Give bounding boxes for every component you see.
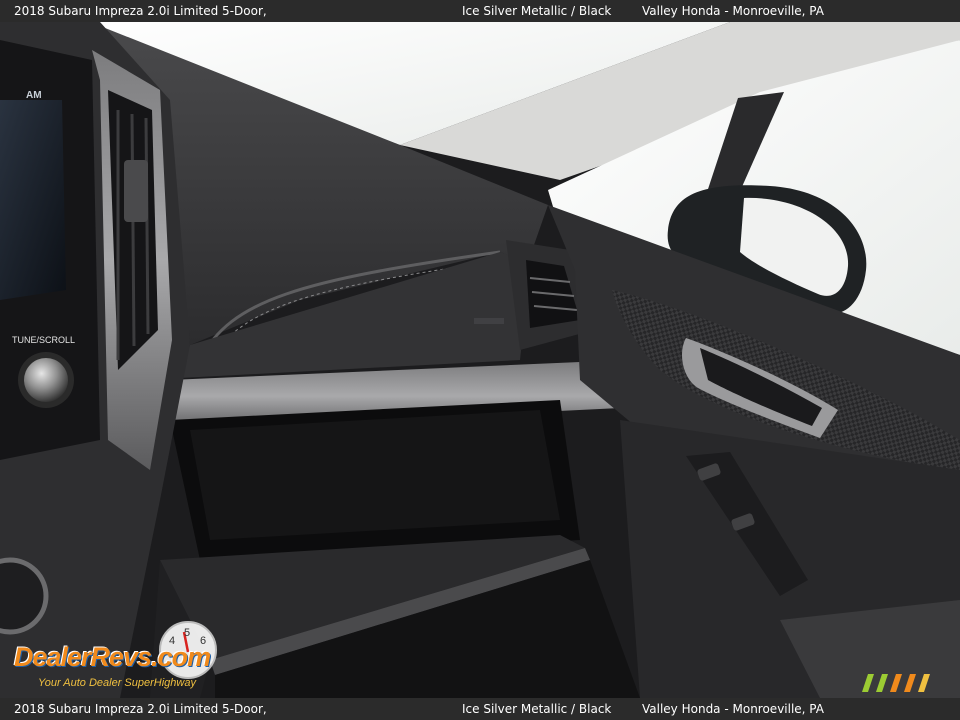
radio-band-label: AM (26, 90, 42, 101)
tune-scroll-label: TUNE/SCROLL (12, 335, 76, 345)
brand-name: DealerRevs.com (14, 642, 211, 672)
caption-vehicle: 2018 Subaru Impreza 2.0i Limited 5-Door, (14, 4, 267, 18)
brand-tagline: Your Auto Dealer SuperHighway (38, 677, 196, 689)
stripes-logo (858, 672, 934, 694)
caption-dealer: Valley Honda - Monroeville, PA (642, 4, 824, 18)
caption-colors: Ice Silver Metallic / Black (462, 4, 612, 18)
dealerrevs-watermark: 4 5 6 DealerRevs.com Your Auto Dealer Su… (12, 620, 262, 696)
caption-dealer-bottom: Valley Honda - Monroeville, PA (642, 702, 824, 716)
caption-vehicle-bottom: 2018 Subaru Impreza 2.0i Limited 5-Door, (14, 702, 267, 716)
caption-bar-bottom: 2018 Subaru Impreza 2.0i Limited 5-Door,… (0, 698, 960, 720)
caption-bar-top: 2018 Subaru Impreza 2.0i Limited 5-Door,… (0, 0, 960, 22)
gauge-digit-2: 5 (184, 627, 190, 639)
interior-photo: AM TUNE/SCROLL (0, 22, 960, 698)
infotainment-screen[interactable] (0, 100, 66, 300)
caption-colors-bottom: Ice Silver Metallic / Black (462, 702, 612, 716)
tune-knob[interactable] (24, 358, 68, 402)
